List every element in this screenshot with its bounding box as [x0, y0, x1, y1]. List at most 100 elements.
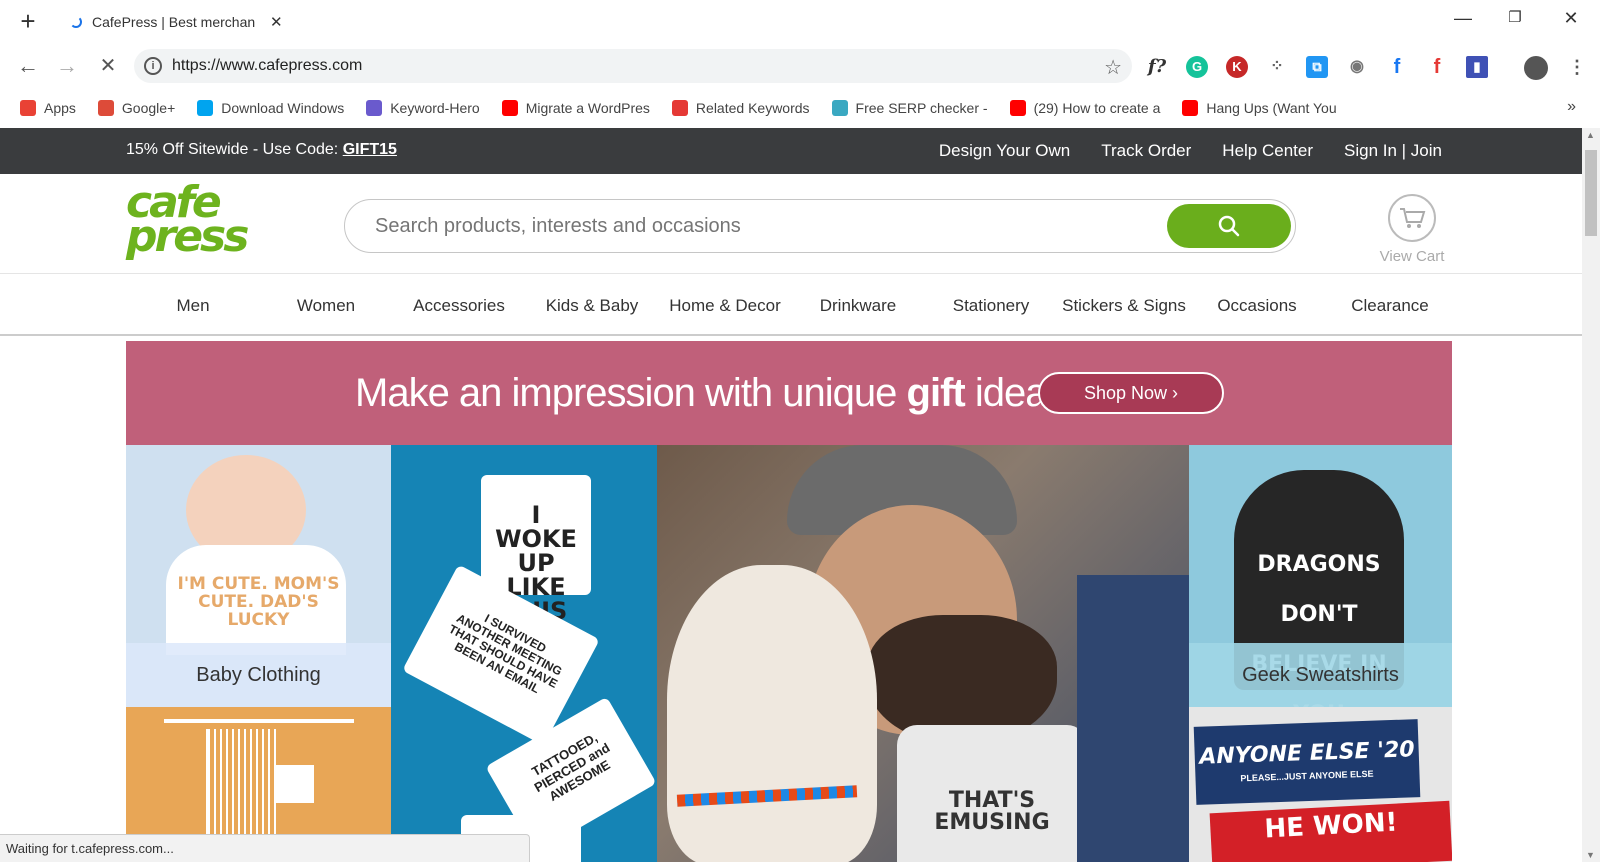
nav-women[interactable]: Women — [297, 296, 355, 316]
tab-bar: + CafePress | Best merchan ✕ — ❐ ✕ — [0, 0, 1600, 44]
geek-sweatshirts-tile[interactable]: DRAGONS DON'T BELIEVE IN YOU EITHER. Gee… — [1189, 445, 1452, 707]
stickers-tile[interactable]: ANYONE ELSE '20 PLEASE...JUST ANYONE ELS… — [1189, 707, 1452, 862]
nav-stickers-signs[interactable]: Stickers & Signs — [1062, 296, 1186, 316]
window-close-icon[interactable]: ✕ — [1556, 8, 1586, 34]
gift-ideas-banner[interactable]: Make an impression with unique gift idea… — [126, 341, 1452, 445]
denim-jacket-image — [1077, 575, 1189, 862]
bookmarks-overflow-icon[interactable]: » — [1567, 98, 1576, 116]
onesie-text: I'M CUTE. MOM'S CUTE. DAD'S LUCKY — [177, 574, 340, 630]
search-input[interactable] — [375, 214, 1135, 238]
design-your-own-link[interactable]: Design Your Own — [939, 141, 1070, 161]
status-bar: Waiting for t.cafepress.com... — [0, 834, 530, 862]
search-button[interactable] — [1167, 204, 1291, 248]
cafepress-logo[interactable]: cafe press — [126, 181, 249, 262]
omnibox[interactable]: i https://www.cafepress.com ☆ — [134, 49, 1132, 83]
baby-clothing-label: Baby Clothing — [126, 643, 391, 707]
camera-icon[interactable]: ◉ — [1346, 56, 1368, 78]
bookmark-item[interactable]: Keyword-Hero — [366, 100, 480, 116]
view-cart-label: View Cart — [1379, 248, 1445, 265]
grammarly-icon[interactable]: G — [1186, 56, 1208, 78]
flag-extension-icon[interactable]: ▮ — [1466, 56, 1488, 78]
shop-now-button[interactable]: Shop Now › — [1038, 372, 1224, 414]
bookmark-label: Google+ — [121, 100, 176, 116]
browser-chrome: + CafePress | Best merchan ✕ — ❐ ✕ ← → ✕… — [0, 0, 1600, 128]
geek-sweatshirts-label: Geek Sweatshirts — [1189, 643, 1452, 707]
site-header: cafepress View Cart — [0, 174, 1582, 274]
bookmark-favicon-icon — [366, 100, 383, 116]
nav-kids-baby[interactable]: Kids & Baby — [546, 296, 639, 316]
menu-icon[interactable]: ⋮ — [1566, 56, 1588, 78]
bookmark-label: Download Windows — [221, 100, 345, 116]
tab-title: CafePress | Best merchan — [92, 14, 256, 30]
promo-text: 15% Off Sitewide - Use Code: GIFT15 — [126, 141, 397, 159]
help-center-link[interactable]: Help Center — [1222, 141, 1313, 161]
bookmark-label: Apps — [44, 100, 76, 116]
facebook-icon[interactable]: f — [1386, 56, 1408, 78]
info-icon[interactable]: i — [144, 57, 162, 75]
bookmark-item[interactable]: Google+ — [97, 100, 176, 116]
restore-icon[interactable]: ❐ — [1500, 8, 1530, 34]
scroll-down-icon[interactable]: ▼ — [1586, 850, 1595, 860]
bookmark-item[interactable]: Free SERP checker - — [831, 100, 988, 116]
sign-in-join-link[interactable]: Sign In | Join — [1344, 141, 1442, 161]
dots-extension-icon[interactable]: ⁘ — [1266, 56, 1288, 78]
new-tab-icon[interactable]: + — [17, 8, 39, 34]
bookmark-star-icon[interactable]: ☆ — [1104, 55, 1122, 80]
bookmark-item[interactable]: Related Keywords — [671, 100, 810, 116]
nav-occasions[interactable]: Occasions — [1217, 296, 1296, 316]
track-order-link[interactable]: Track Order — [1101, 141, 1191, 161]
search-icon — [1218, 215, 1240, 237]
stop-icon[interactable]: ✕ — [96, 54, 120, 78]
scrollbar-thumb[interactable] — [1585, 150, 1597, 236]
cart-icon — [1388, 194, 1436, 242]
url-text[interactable]: https://www.cafepress.com — [172, 57, 362, 75]
formula-extension-icon[interactable]: f? — [1146, 56, 1168, 78]
men-tshirts-tile[interactable]: THAT'S EMUSING — [657, 445, 1189, 862]
scrollbar[interactable]: ▲ ▼ — [1582, 128, 1600, 862]
bookmark-label: Keyword-Hero — [390, 100, 480, 116]
nav-men[interactable]: Men — [176, 296, 209, 316]
translate-extension-icon[interactable]: ⧉ — [1306, 56, 1328, 78]
minimize-icon[interactable]: — — [1448, 8, 1478, 34]
bookmark-item[interactable]: Migrate a WordPres — [501, 100, 650, 116]
bookmark-favicon-icon — [1009, 100, 1026, 116]
view-cart[interactable]: View Cart — [1376, 194, 1448, 265]
logo-press: press — [126, 211, 249, 262]
forward-icon[interactable]: → — [55, 54, 79, 78]
top-links: Design Your Own Track Order Help Center … — [908, 141, 1442, 161]
back-icon[interactable]: ← — [16, 54, 40, 78]
bookmark-item[interactable]: Download Windows — [197, 100, 344, 116]
bookmarks-bar: Apps Google+ Download Windows Keyword-Hero M… — [0, 88, 1600, 128]
bookmark-favicon-icon — [671, 100, 688, 116]
bookmark-label: (29) How to create a — [1033, 100, 1161, 116]
keywords-extension-icon[interactable]: K — [1226, 56, 1248, 78]
nav-clearance[interactable]: Clearance — [1351, 296, 1429, 316]
nav-stationery[interactable]: Stationery — [953, 296, 1030, 316]
bookmark-item[interactable]: (29) How to create a — [1009, 100, 1161, 116]
bookmark-favicon-icon — [501, 100, 518, 116]
scroll-up-icon[interactable]: ▲ — [1586, 130, 1595, 140]
font-extension-icon[interactable]: f — [1426, 56, 1448, 78]
browser-tab[interactable]: CafePress | Best merchan ✕ — [70, 10, 290, 34]
nav-home-decor[interactable]: Home & Decor — [669, 296, 780, 316]
baby-clothing-tile[interactable]: I'M CUTE. MOM'S CUTE. DAD'S LUCKY Baby C… — [126, 445, 391, 707]
profile-avatar[interactable] — [1524, 56, 1548, 80]
dog-image — [667, 565, 877, 862]
drinkware-tile[interactable]: I WOKE UP LIKE THIS I SURVIVED ANOTHER M… — [391, 445, 657, 862]
bookmark-favicon-icon — [831, 100, 848, 116]
tile-decor-block — [276, 765, 314, 803]
bookmark-item[interactable]: Apps — [20, 100, 76, 116]
banner-headline: Make an impression with unique gift idea… — [355, 371, 1077, 416]
bookmark-item[interactable]: Hang Ups (Want You — [1182, 100, 1337, 116]
nav-drinkware[interactable]: Drinkware — [820, 296, 897, 316]
search-bar — [344, 199, 1296, 253]
close-tab-icon[interactable]: ✕ — [270, 13, 283, 31]
address-bar-row: ← → ✕ i https://www.cafepress.com ☆ f? G… — [0, 44, 1600, 88]
bookmark-favicon-icon — [97, 100, 114, 116]
tile-decor-line — [164, 719, 354, 723]
promo-code[interactable]: GIFT15 — [343, 141, 397, 158]
tshirt-text: THAT'S EMUSING — [934, 788, 1050, 835]
category-nav: Men Women Accessories Kids & Baby Home &… — [0, 274, 1582, 336]
nav-accessories[interactable]: Accessories — [413, 296, 505, 316]
page-content: 15% Off Sitewide - Use Code: GIFT15 Desi… — [0, 128, 1582, 862]
